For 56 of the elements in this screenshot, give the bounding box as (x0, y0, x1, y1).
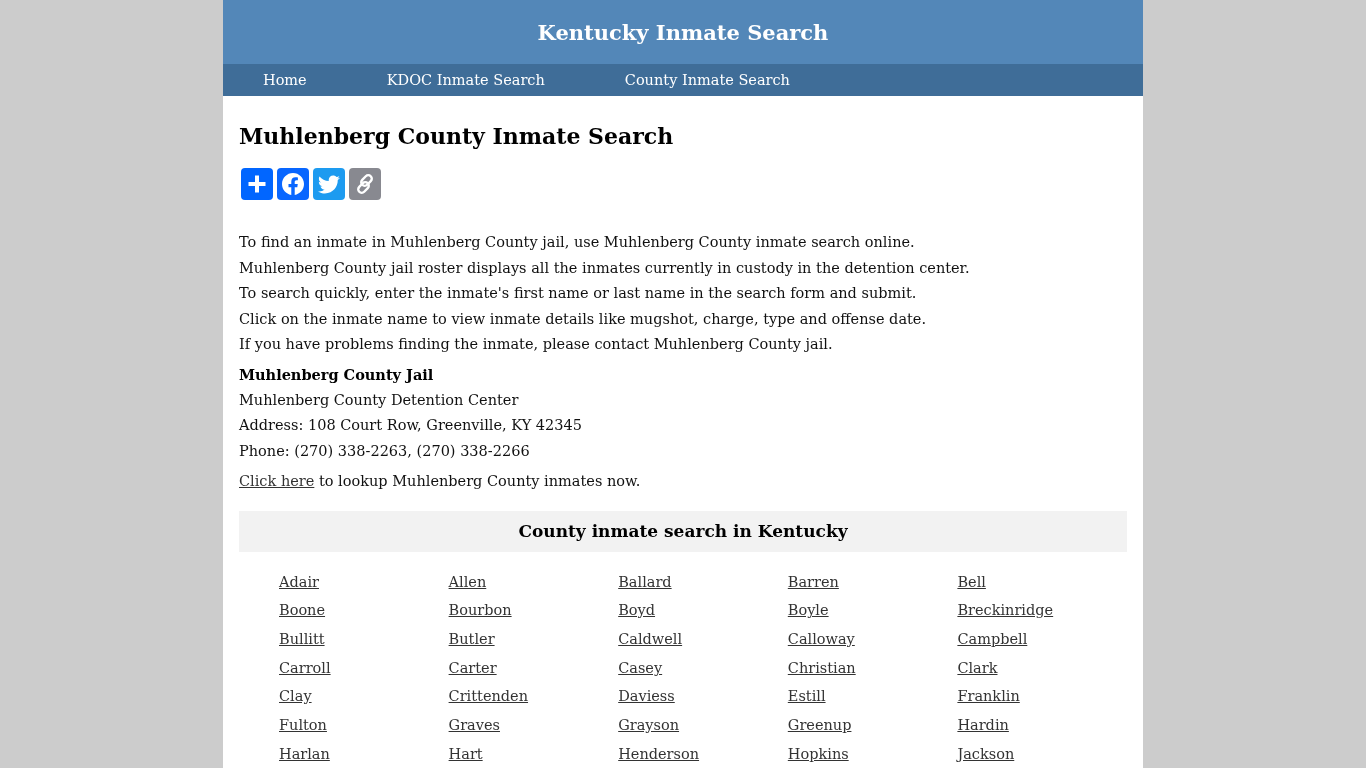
county-link[interactable]: Hopkins (787, 745, 849, 762)
county-link[interactable]: Butler (448, 630, 495, 647)
county-link[interactable]: Harlan (279, 745, 330, 762)
f-logo-icon[interactable] (277, 168, 309, 200)
county-link[interactable]: Henderson (618, 745, 700, 762)
county-link[interactable]: Crittenden (448, 688, 529, 705)
county-link[interactable]: Hardin (957, 717, 1009, 734)
county-link[interactable]: Bullitt (279, 630, 325, 647)
intro-text: To find an inmate in Muhlenberg County jail, use Muhlenberg County inmate search online. (239, 233, 915, 252)
county-link[interactable]: Caldwell (618, 630, 683, 647)
page-title: Muhlenberg County Inmate Search (239, 123, 674, 149)
county-link[interactable]: Bell (957, 573, 986, 590)
county-link[interactable]: Graves (448, 717, 500, 734)
nav-link[interactable]: Home (223, 64, 347, 96)
county-link[interactable]: Clark (957, 659, 998, 676)
bird-icon[interactable] (313, 168, 345, 200)
county-link[interactable]: Boyle (787, 602, 829, 619)
county-link[interactable]: Boone (279, 602, 326, 619)
county-link[interactable]: Fulton (279, 717, 327, 734)
jail-name: Muhlenberg County Jail (239, 365, 434, 385)
county-link[interactable]: Bourbon (448, 602, 512, 619)
nav-link[interactable]: KDOC Inmate Search (346, 64, 585, 96)
county-link[interactable]: Clay (279, 688, 312, 705)
intro-text: Muhlenberg County jail roster displays all the inmates currently in custody in the detention center. (239, 258, 970, 278)
link-icon[interactable] (349, 168, 381, 200)
intro-text: Click on the inmate name to view inmate details like mugshot, charge, type and offense date. (239, 309, 927, 329)
county-link[interactable]: Christian (787, 659, 856, 676)
jail-info-text: Address: 108 Court Row, Greenville, KY 42345 (239, 416, 582, 436)
county-link[interactable]: Ballard (618, 573, 672, 590)
site-title: Kentucky Inmate Search (537, 19, 829, 45)
county-link[interactable]: Jackson (957, 745, 1015, 762)
county-link[interactable]: Allen (448, 573, 487, 590)
county-link[interactable]: Estill (787, 688, 826, 705)
county-link[interactable]: Franklin (957, 688, 1020, 705)
click-here-link[interactable]: Click here (239, 472, 315, 489)
county-link[interactable]: Grayson (618, 717, 680, 734)
county-link[interactable]: Breckinridge (957, 602, 1054, 619)
county-link[interactable]: Casey (618, 659, 663, 676)
county-link[interactable]: Daviess (618, 688, 675, 705)
section-title: County inmate search in Kentucky (239, 510, 1127, 552)
county-link[interactable]: Barren (787, 573, 839, 590)
county-link[interactable]: Calloway (787, 630, 855, 647)
county-link[interactable]: Hart (448, 745, 483, 762)
jail-info-text: Muhlenberg County Detention Center (239, 390, 519, 410)
county-link[interactable]: Adair (279, 573, 319, 590)
plus-icon[interactable] (241, 168, 273, 200)
intro-text: If you have problems finding the inmate, please contact Muhlenberg County jail. (239, 335, 833, 354)
intro-text: To search quickly, enter the inmate's first name or last name in the search form and submit. (239, 284, 917, 303)
county-link[interactable]: Carter (448, 659, 497, 676)
lookup-text: Click here to lookup Muhlenberg County inmates now. (239, 471, 641, 491)
county-link[interactable]: Greenup (787, 717, 852, 734)
county-link[interactable]: Carroll (279, 659, 331, 676)
nav-link[interactable]: County Inmate Search (584, 64, 830, 96)
jail-info-text: Phone: (270) 338-2263, (270) 338-2266 (239, 442, 530, 462)
county-link[interactable]: Boyd (618, 602, 656, 619)
county-link[interactable]: Campbell (957, 630, 1028, 647)
